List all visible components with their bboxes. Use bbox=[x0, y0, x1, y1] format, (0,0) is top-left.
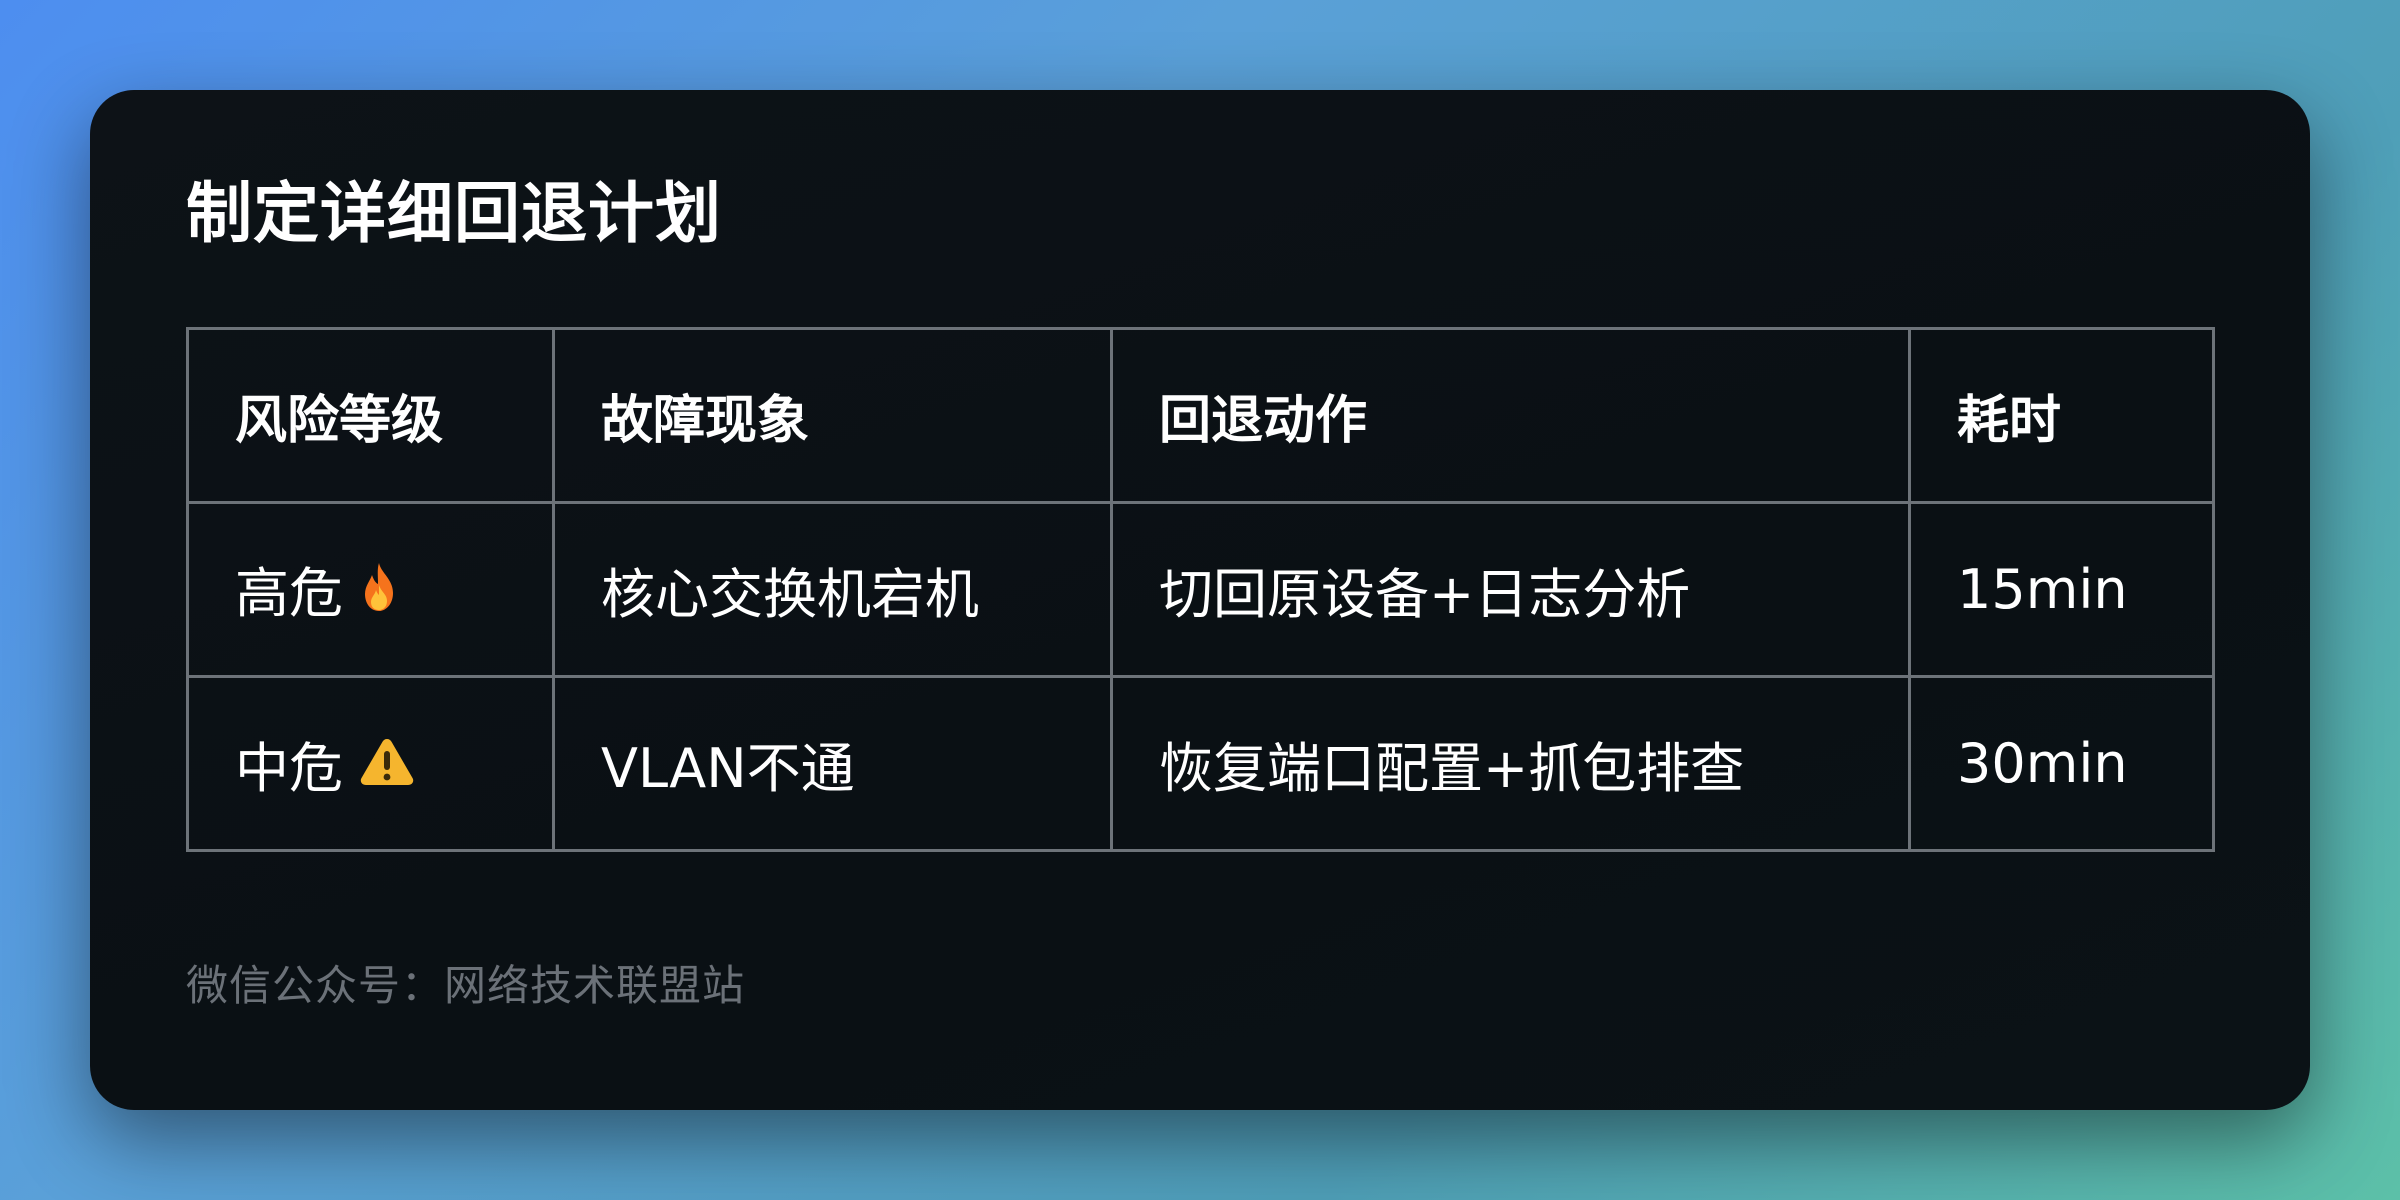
content-card: 制定详细回退计划 风险等级 故障现象 回退动作 耗时 高危 核心交换机宕机 切回… bbox=[90, 90, 2310, 1110]
rollback-plan-table: 风险等级 故障现象 回退动作 耗时 高危 核心交换机宕机 切回原设备+日志分析 … bbox=[186, 327, 2215, 852]
symptom-cell: VLAN不通 bbox=[552, 675, 1113, 852]
table-row: 高危 核心交换机宕机 切回原设备+日志分析 15min bbox=[186, 501, 2215, 678]
fire-icon bbox=[359, 561, 399, 626]
footer-credit: 微信公众号：网络技术联盟站 bbox=[186, 961, 746, 1010]
header-symptom: 故障现象 bbox=[552, 327, 1113, 504]
page-title: 制定详细回退计划 bbox=[186, 175, 722, 252]
header-rollback-action: 回退动作 bbox=[1110, 327, 1911, 504]
duration-cell: 15min bbox=[1908, 501, 2215, 678]
risk-level-label: 高危 bbox=[235, 562, 343, 626]
risk-level-cell: 中危 bbox=[186, 675, 555, 852]
symptom-cell: 核心交换机宕机 bbox=[552, 501, 1113, 678]
risk-level-label: 中危 bbox=[235, 736, 343, 800]
table-header-row: 风险等级 故障现象 回退动作 耗时 bbox=[186, 327, 2215, 504]
risk-level-cell: 高危 bbox=[186, 501, 555, 678]
rollback-action-cell: 切回原设备+日志分析 bbox=[1110, 501, 1911, 678]
warning-icon bbox=[359, 736, 415, 799]
rollback-action-cell: 恢复端口配置+抓包排查 bbox=[1110, 675, 1911, 852]
header-duration: 耗时 bbox=[1908, 327, 2215, 504]
duration-cell: 30min bbox=[1908, 675, 2215, 852]
table-row: 中危 VLAN不通 恢复端口配置+抓包排查 30min bbox=[186, 675, 2215, 852]
header-risk-level: 风险等级 bbox=[186, 327, 555, 504]
